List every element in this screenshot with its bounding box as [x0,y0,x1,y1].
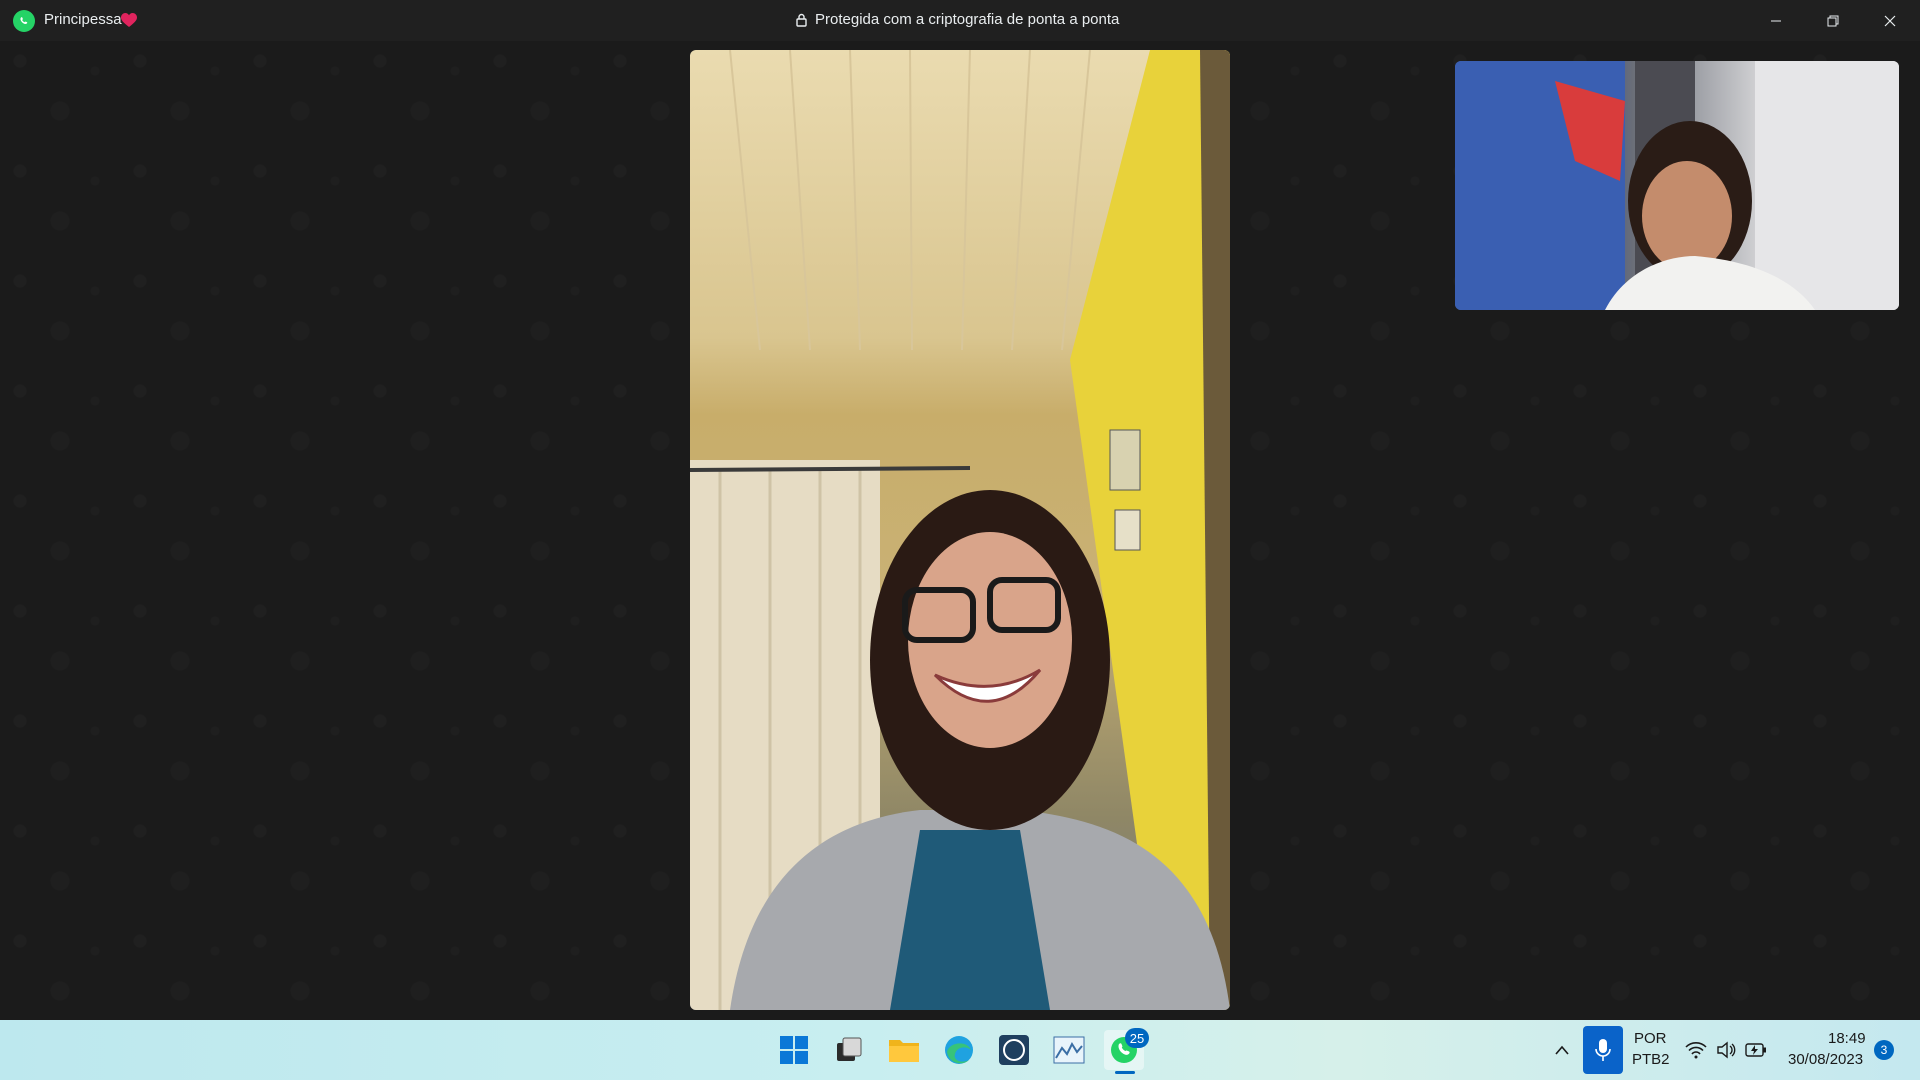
performance-monitor-button[interactable] [1049,1030,1089,1070]
whatsapp-unread-badge: 25 [1125,1028,1149,1048]
close-button[interactable] [1862,0,1918,41]
language-indicator[interactable]: POR PTB2 [1630,1030,1670,1072]
main-video-scene [690,50,1230,1010]
edge-browser-button[interactable] [939,1030,979,1070]
clock-date: 30/08/2023 [1788,1051,1864,1068]
edge-icon [945,1036,973,1064]
show-hidden-icons-button[interactable] [1542,1030,1582,1070]
restore-button[interactable] [1805,0,1861,41]
speaker-icon [1717,1041,1736,1059]
self-view-video[interactable] [1455,61,1899,310]
active-app-indicator [1115,1071,1135,1074]
restore-icon [1827,15,1839,26]
minimize-button[interactable] [1748,0,1804,41]
red-heart-icon [121,13,137,27]
wifi-icon [1685,1042,1707,1059]
lock-icon [796,13,807,27]
microphone-in-use-button[interactable] [1583,1026,1623,1074]
self-view-scene [1455,61,1899,310]
minimize-icon [1771,20,1781,21]
file-explorer-button[interactable] [884,1030,924,1070]
task-view-button[interactable] [829,1030,869,1070]
chart-monitor-icon [1053,1036,1085,1064]
encryption-text: Protegida com a criptografia de ponta a … [815,11,1120,28]
whatsapp-icon [13,10,35,32]
clock[interactable]: 18:49 30/08/2023 [1780,1030,1870,1072]
battery-charging-icon [1745,1043,1766,1057]
battery-button[interactable] [1738,1030,1774,1070]
microphone-icon [1595,1039,1611,1061]
clock-time: 18:49 [1828,1030,1866,1047]
windows-logo-icon [780,1036,808,1064]
folder-icon [889,1040,919,1062]
dell-app-button[interactable] [994,1030,1034,1070]
language-secondary: PTB2 [1632,1051,1670,1068]
chevron-up-icon [1555,1045,1569,1055]
notification-center-badge[interactable]: 3 [1874,1040,1894,1060]
dell-icon [999,1035,1029,1065]
close-icon [1884,15,1896,26]
start-button[interactable] [774,1030,814,1070]
window-titlebar: Principessa Protegida com a criptografia… [0,0,1920,41]
task-view-icon [837,1037,862,1061]
contact-name: Principessa [44,11,122,28]
language-primary: POR [1634,1030,1667,1047]
main-video-feed[interactable] [690,50,1230,1010]
encryption-notice: Protegida com a criptografia de ponta a … [796,11,1119,28]
